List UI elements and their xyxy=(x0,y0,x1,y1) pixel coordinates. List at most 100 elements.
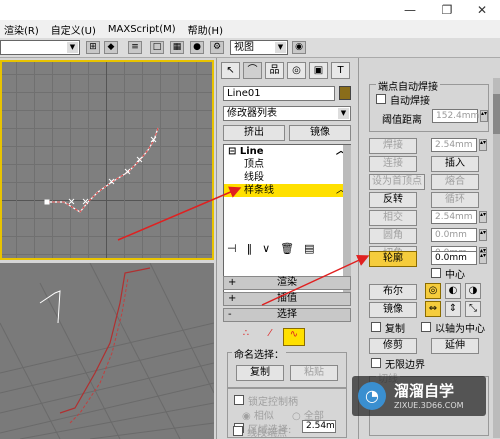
make-unique-icon[interactable]: ∨ xyxy=(262,242,270,260)
stack-item-segment[interactable]: 线段 xyxy=(224,171,350,184)
segment-end-checkbox[interactable] xyxy=(233,426,243,436)
mirror-copy-checkbox[interactable] xyxy=(371,322,381,332)
rollout-render[interactable]: + 渲染 xyxy=(223,276,351,290)
show-end-result-icon[interactable]: ‖ xyxy=(247,242,253,260)
subtract-icon[interactable]: ◐ xyxy=(445,283,461,299)
mirror-horizontal-icon[interactable]: ⇔ xyxy=(425,301,441,317)
perspective-grid xyxy=(0,263,214,439)
perspective-viewport[interactable] xyxy=(0,263,214,439)
panel-scroll-thumb[interactable] xyxy=(493,94,500,134)
render-setup-icon[interactable]: ⚙ xyxy=(210,41,224,54)
fillet-button[interactable]: 圆角 xyxy=(369,228,417,244)
curve-editor-icon[interactable]: □ xyxy=(150,41,164,54)
top-viewport[interactable] xyxy=(0,60,214,260)
mirror-top-button[interactable]: 镜像 xyxy=(289,125,351,141)
outline-button[interactable]: 轮廓 xyxy=(369,251,417,267)
selection-set-combo[interactable]: ▼ xyxy=(0,40,80,55)
spline-level-icon[interactable]: ∿ xyxy=(283,328,305,346)
outline-spinner[interactable]: ▴▾ xyxy=(479,252,487,264)
auto-weld-checkbox[interactable] xyxy=(376,94,386,104)
trim-button[interactable]: 修剪 xyxy=(369,338,417,354)
display-tab-icon[interactable]: ▣ xyxy=(309,62,328,79)
about-pivot-checkbox[interactable] xyxy=(421,322,431,332)
restore-button[interactable]: ❐ xyxy=(437,3,457,17)
modifier-list-label: 修改器列表 xyxy=(227,108,277,119)
weld-field[interactable]: 2.54mm xyxy=(431,138,477,152)
align-tool-icon[interactable]: ◆ xyxy=(104,41,118,54)
threshold-spinner[interactable]: ▴▾ xyxy=(480,110,488,122)
menu-help[interactable]: 帮助(H) xyxy=(188,22,223,37)
chevron-down-icon: ▼ xyxy=(338,108,349,119)
mirror-vertical-icon[interactable]: ⇕ xyxy=(445,301,461,317)
minimize-button[interactable]: — xyxy=(400,3,420,17)
schematic-view-icon[interactable]: ▦ xyxy=(170,41,184,54)
layer-manager-icon[interactable]: ≡ xyxy=(128,41,142,54)
connect-button[interactable]: 连接 xyxy=(369,156,417,172)
center-checkbox[interactable] xyxy=(431,268,441,278)
stack-item-vertex[interactable]: 顶点 xyxy=(224,158,350,171)
intersect-field[interactable]: 2.54mm xyxy=(431,210,477,224)
view-combo[interactable]: 视图 ▼ xyxy=(230,40,288,55)
object-color-swatch[interactable] xyxy=(339,86,351,100)
threshold-field[interactable]: 152.4mm xyxy=(432,109,479,123)
infinite-bounds-checkbox[interactable] xyxy=(371,358,381,368)
title-bar: — ❐ ✕ xyxy=(0,0,500,20)
hierarchy-tab-icon[interactable]: 品 xyxy=(265,62,284,79)
weld-button[interactable]: 焊接 xyxy=(369,138,417,154)
plus-icon: + xyxy=(228,293,237,304)
chevron-down-icon: ▼ xyxy=(67,42,78,53)
insert-button[interactable]: 插入 xyxy=(431,156,479,172)
spline-shape[interactable] xyxy=(2,62,214,260)
vertex-level-icon[interactable]: ∴ xyxy=(235,328,257,346)
menu-maxscript[interactable]: MAXScript(M) xyxy=(108,24,176,35)
make-first-button[interactable]: 设为首顶点 xyxy=(369,174,425,190)
fillet-spinner[interactable]: ▴▾ xyxy=(479,229,487,241)
stack-item-spline-label: 样条线 xyxy=(244,185,274,196)
fuse-button[interactable]: 熔合 xyxy=(431,174,479,190)
stack-scrollbar[interactable] xyxy=(343,145,351,293)
remove-modifier-icon[interactable]: 🗑 xyxy=(280,242,294,260)
cycle-button[interactable]: 循环 xyxy=(431,192,479,208)
intersect-button[interactable]: 相交 xyxy=(369,210,417,226)
mirror-tool-icon[interactable]: ⊞ xyxy=(86,41,100,54)
outline-field[interactable]: 0.0mm xyxy=(431,251,477,265)
menu-customize[interactable]: 自定义(U) xyxy=(51,22,96,37)
object-name-field[interactable]: Line01 xyxy=(223,86,335,101)
copy-selection-button[interactable]: 复制 xyxy=(236,365,284,381)
fillet-field[interactable]: 0.0mm xyxy=(431,228,477,242)
similar-radio[interactable]: ◉ 相似 xyxy=(242,407,274,422)
segment-level-icon[interactable]: ⁄ xyxy=(259,328,281,346)
close-button[interactable]: ✕ xyxy=(472,3,492,17)
utilities-tab-icon[interactable]: T xyxy=(331,62,350,79)
create-tab-icon[interactable]: ↖ xyxy=(221,62,240,79)
stack-item-line[interactable]: ⊟ Line ︿ xyxy=(224,145,350,158)
render-teapot-icon[interactable]: ◉ xyxy=(292,41,306,54)
rollout-interpolate[interactable]: + 插值 xyxy=(223,292,351,306)
extend-button[interactable]: 延伸 xyxy=(431,338,479,354)
pin-stack-icon[interactable]: ⊣ xyxy=(227,242,237,260)
modify-tab-icon[interactable]: ⌒ xyxy=(243,62,262,79)
material-editor-icon[interactable]: ● xyxy=(190,41,204,54)
reverse-button[interactable]: 反转 xyxy=(369,192,417,208)
infinite-bounds-label: 无限边界 xyxy=(385,360,425,371)
area-select-field[interactable]: 2.54m xyxy=(302,420,336,433)
mirror-both-icon[interactable]: ⤡ xyxy=(465,301,481,317)
motion-tab-icon[interactable]: ◎ xyxy=(287,62,306,79)
intersect-spinner[interactable]: ▴▾ xyxy=(479,211,487,223)
stack-item-spline[interactable]: 样条线 ︿ xyxy=(224,184,350,197)
lock-handles-checkbox[interactable] xyxy=(234,395,244,405)
extrude-button[interactable]: 挤出 xyxy=(223,125,285,141)
intersect-bool-icon[interactable]: ◑ xyxy=(465,283,481,299)
paste-selection-button[interactable]: 粘贴 xyxy=(290,365,338,381)
watermark: ◔ 溜溜自学 ZIXUE.3D66.COM xyxy=(352,376,486,416)
configure-sets-icon[interactable]: ▤ xyxy=(304,242,314,260)
mirror-button[interactable]: 镜像 xyxy=(369,302,417,318)
rollout-select[interactable]: - 选择 xyxy=(223,308,351,322)
menu-render[interactable]: 渲染(R) xyxy=(4,22,39,37)
weld-spinner[interactable]: ▴▾ xyxy=(479,139,487,151)
segment-end-label: 线段端点 xyxy=(247,428,287,439)
modifier-list-combo[interactable]: 修改器列表 ▼ xyxy=(223,106,351,121)
union-icon[interactable]: ◎ xyxy=(425,283,441,299)
mirror-copy-label: 复制 xyxy=(385,324,405,335)
boolean-button[interactable]: 布尔 xyxy=(369,284,417,300)
